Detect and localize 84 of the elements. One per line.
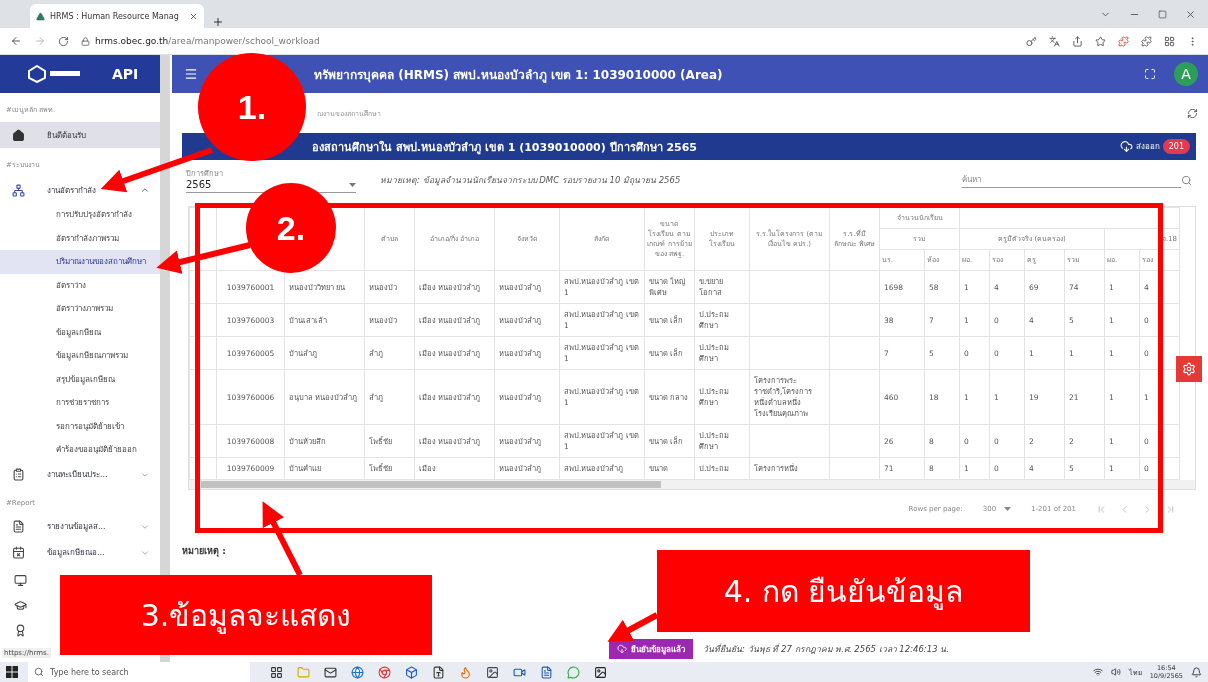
graduation-cap-icon [14, 598, 27, 612]
sidebar-subitem[interactable]: ข้อมูลเกษียณภาพรวม [0, 344, 160, 368]
address-field[interactable]: hrms.obec.go.th/area/manpower/school_workload [81, 36, 1014, 46]
sidebar-subitem[interactable]: อัตราว่าง [0, 273, 160, 297]
mail-icon[interactable] [324, 665, 337, 679]
page-title: ทรัพยากรบุคคล (HRMS) สพป.หนองบัวลำภู เขต 1: 1039010000 (Area) [314, 66, 724, 84]
note-text: หมายเหตุ: ข้อมูลจำนวนนักเรียนจากระบบ DMC รอบรายงาน 10 มิถุนายน 2565 [380, 174, 682, 187]
image-icon[interactable] [486, 665, 499, 679]
file-icon[interactable] [432, 665, 445, 679]
sidebar-subitem[interactable]: อัตรากำลังภาพรวม [0, 226, 160, 250]
star-icon[interactable] [1095, 35, 1106, 47]
notification-icon[interactable] [1191, 666, 1202, 678]
sidebar-subitem[interactable]: อัตราว่างภาพรวม [0, 297, 160, 321]
document-icon [12, 520, 25, 533]
chrome-icon[interactable] [378, 665, 391, 679]
wifi-icon[interactable] [1092, 667, 1103, 677]
settings-button[interactable] [1176, 356, 1202, 382]
fullscreen-icon[interactable] [1144, 68, 1156, 80]
sidebar-subitem[interactable]: ปริมาณงานของสถานศึกษา [0, 250, 160, 274]
share-icon[interactable] [1072, 35, 1083, 47]
sidebar-item[interactable]: รายงานข้อมูลส... [0, 513, 160, 540]
taskbar-search-field[interactable]: Type here to search [28, 662, 250, 682]
home-icon [12, 128, 25, 142]
horizontal-scrollbar[interactable] [189, 480, 1195, 489]
dropdown-arrow-icon [349, 182, 356, 187]
chat-icon[interactable] [567, 665, 580, 679]
extension-icon[interactable] [1118, 35, 1129, 47]
sidebar-item[interactable]: งานทะเบียนประ... [0, 461, 160, 488]
count-badge: 201 [1162, 139, 1190, 154]
refresh-icon[interactable] [1187, 107, 1198, 119]
confirm-button[interactable]: ยืนยันข้อมูลแล้ว [609, 639, 694, 659]
close-icon[interactable] [189, 11, 198, 21]
brand-text: API [112, 66, 139, 82]
box-icon[interactable] [405, 665, 418, 679]
sidebar-item[interactable]: งานอัตรากำลัง [0, 177, 160, 203]
confirm-date: วันที่ยืนยัน: วันพุธ ที่ 27 กรกฎาคม พ.ศ. 2565 เวลา 12:46:13 น. [703, 642, 949, 656]
step-number: 2. [246, 183, 336, 273]
settings-icon [1182, 362, 1196, 376]
award-icon [14, 623, 27, 637]
reload-icon[interactable] [58, 35, 69, 47]
logo-icon [28, 65, 82, 83]
search-icon [34, 667, 44, 677]
restore-icon[interactable] [1158, 9, 1167, 19]
lock-icon [81, 36, 90, 46]
arrow [607, 612, 659, 642]
sidebar-item[interactable]: ข้อมูลเกษียณอ... [0, 539, 160, 566]
back-icon[interactable] [10, 35, 22, 47]
card-title: องสถานศึกษาใน สพป.หนองบัวลำภู เขต 1 (1039010000) ปีการศึกษา 2565 [312, 139, 699, 156]
key-icon[interactable] [1026, 35, 1037, 47]
clipboard-icon [12, 468, 25, 481]
sidebar-subitem[interactable]: ข้อมูลเกษียณ [0, 320, 160, 344]
globe-icon[interactable] [351, 665, 364, 679]
task-view-icon[interactable] [270, 665, 283, 679]
sidebar-subitem[interactable]: การช่วยราชการ [0, 391, 160, 415]
sidebar-subitem[interactable]: สรุปข้อมูลเกษียณ [0, 367, 160, 391]
translate-icon[interactable] [1049, 35, 1060, 47]
step-banner: 3.ข้อมูลจะแสดง [60, 575, 432, 655]
word-icon[interactable] [540, 665, 553, 679]
sidebar-item[interactable]: ยินดีต้อนรับ [0, 122, 160, 148]
cloud-download-icon [1119, 140, 1133, 153]
flame-icon[interactable] [459, 665, 472, 679]
hierarchy-icon [12, 183, 25, 197]
sidebar-subitem[interactable]: คำร้องขออนุมัติย้ายออก [0, 438, 160, 462]
export-button[interactable]: ส่งออก [1119, 140, 1160, 153]
puzzle-icon[interactable] [1141, 35, 1152, 47]
remark-label: หมายเหตุ : [182, 545, 226, 558]
menu-icon[interactable] [184, 67, 198, 81]
photo-icon[interactable] [594, 665, 607, 679]
windows-start-icon[interactable] [6, 666, 18, 678]
step-banner: 4. กด ยืนยันข้อมูล [657, 550, 1030, 632]
sidebar-subitem[interactable]: การปรับปรุงอัตรากำลัง [0, 203, 160, 227]
search-icon [1181, 174, 1192, 186]
dropdown-arrow-icon [1004, 507, 1012, 511]
monitor-icon [14, 573, 27, 587]
grid-icon[interactable] [1164, 35, 1175, 47]
chevron-up-icon [140, 185, 150, 195]
browser-tab[interactable]: HRMS : Human Resource Manag [30, 4, 204, 28]
close-icon[interactable] [1185, 8, 1196, 20]
sidebar-subitem[interactable]: รอการอนุมัติย้ายเข้า [0, 414, 160, 438]
volume-icon[interactable] [1110, 667, 1121, 677]
calendar-icon [12, 546, 25, 559]
search-field[interactable]: ค้นหา [962, 172, 1181, 188]
new-tab-icon[interactable] [212, 16, 224, 28]
site-logo-icon [36, 11, 45, 21]
